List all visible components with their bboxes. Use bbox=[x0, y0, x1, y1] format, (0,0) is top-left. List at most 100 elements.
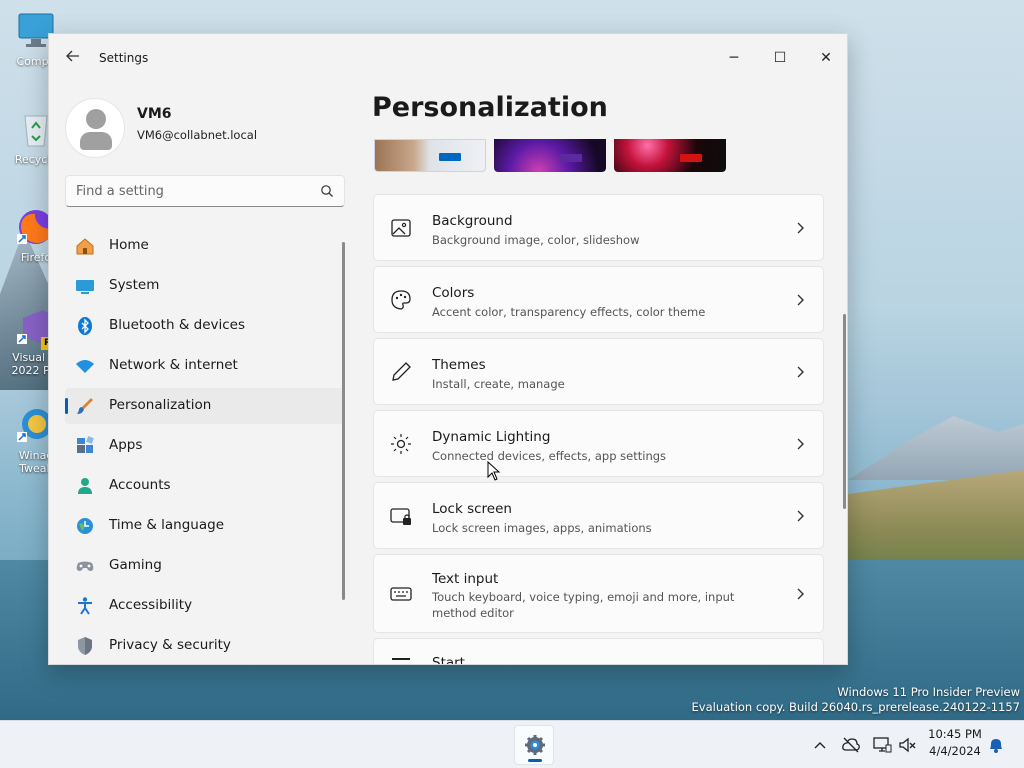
maximize-button[interactable]: ☐ bbox=[757, 42, 803, 74]
sidebar-nav: Home System Bluetooth & devices Network … bbox=[65, 228, 345, 664]
sidebar-item-accounts[interactable]: Accounts bbox=[65, 468, 345, 504]
apps-icon bbox=[77, 436, 94, 453]
chevron-right-icon bbox=[797, 588, 804, 599]
card-title: Text input bbox=[432, 571, 499, 587]
card-description: Accent color, transparency effects, colo… bbox=[432, 305, 706, 319]
sidebar-item-label: Gaming bbox=[109, 557, 162, 573]
theme-thumbnail[interactable] bbox=[494, 139, 606, 172]
lighting-icon bbox=[391, 433, 411, 454]
sidebar-item-label: Apps bbox=[109, 437, 143, 453]
card-title: Background bbox=[432, 213, 513, 229]
sidebar-item-gaming[interactable]: Gaming bbox=[65, 548, 345, 584]
speaker-muted-icon[interactable] bbox=[898, 735, 918, 755]
avatar[interactable] bbox=[65, 98, 125, 158]
card-themes[interactable]: Themes Install, create, manage bbox=[373, 338, 824, 405]
sidebar-item-label: Privacy & security bbox=[109, 637, 231, 653]
search-input[interactable] bbox=[66, 176, 306, 206]
taskbar-settings-app[interactable] bbox=[514, 725, 554, 765]
keyboard-icon bbox=[390, 586, 412, 601]
card-title: Lock screen bbox=[432, 501, 512, 517]
bluetooth-icon bbox=[78, 317, 92, 335]
chevron-right-icon bbox=[797, 294, 804, 305]
window-title: Settings bbox=[99, 51, 149, 65]
network-icon bbox=[76, 360, 94, 373]
chevron-up-icon[interactable] bbox=[810, 735, 830, 755]
mouse-cursor-icon bbox=[487, 461, 501, 481]
watermark-line-1: Windows 11 Pro Insider Preview bbox=[837, 685, 1020, 699]
watermark-line-2: Evaluation copy. Build 26040.rs_prerelea… bbox=[691, 700, 1020, 714]
sidebar-item-apps[interactable]: Apps bbox=[65, 428, 345, 464]
settings-list: Background Background image, color, slid… bbox=[373, 194, 824, 665]
lock-screen-icon bbox=[390, 507, 411, 525]
sidebar-scrollbar[interactable] bbox=[342, 242, 345, 600]
accounts-icon bbox=[78, 478, 92, 494]
system-icon bbox=[76, 280, 94, 294]
card-description: Lock screen images, apps, animations bbox=[432, 521, 652, 535]
chevron-right-icon bbox=[797, 366, 804, 377]
sidebar-item-label: Network & internet bbox=[109, 357, 238, 373]
settings-window: Settings ─ ☐ ✕ VM6 VM6@collabnet.local H… bbox=[48, 33, 848, 665]
user-name: VM6 bbox=[137, 106, 172, 122]
wallpaper-mountain-right bbox=[848, 416, 1024, 480]
cloud-offline-icon[interactable] bbox=[841, 735, 861, 755]
theme-thumbnail[interactable] bbox=[374, 139, 486, 172]
start-icon bbox=[392, 658, 410, 660]
title-bar[interactable]: Settings ─ ☐ ✕ bbox=[49, 34, 847, 82]
card-background[interactable]: Background Background image, color, slid… bbox=[373, 194, 824, 261]
card-colors[interactable]: Colors Accent color, transparency effect… bbox=[373, 266, 824, 333]
active-indicator bbox=[528, 759, 542, 762]
search-box[interactable] bbox=[65, 175, 345, 207]
palette-icon bbox=[391, 289, 411, 310]
clock-date[interactable]: 4/4/2024 bbox=[920, 744, 990, 758]
taskbar bbox=[0, 720, 1024, 768]
home-icon bbox=[76, 238, 94, 255]
chevron-right-icon bbox=[797, 438, 804, 449]
sidebar-item-home[interactable]: Home bbox=[65, 228, 345, 264]
card-dynamic-lighting[interactable]: Dynamic Lighting Connected devices, effe… bbox=[373, 410, 824, 477]
network-monitor-icon[interactable] bbox=[872, 735, 892, 755]
sidebar-item-label: Personalization bbox=[109, 397, 212, 413]
card-description: Connected devices, effects, app settings bbox=[432, 449, 667, 463]
accessibility-icon bbox=[78, 597, 92, 615]
sidebar-item-personalization[interactable]: Personalization bbox=[65, 388, 345, 424]
brush-icon bbox=[77, 398, 93, 414]
sidebar-item-label: System bbox=[109, 277, 160, 293]
sidebar-item-label: Accessibility bbox=[109, 597, 193, 613]
sidebar-item-label: Accounts bbox=[109, 477, 171, 493]
card-title: Start bbox=[432, 655, 465, 665]
arrow-left-icon bbox=[66, 50, 79, 62]
build-watermark: Windows 11 Pro Insider Preview Evaluatio… bbox=[692, 685, 1020, 715]
image-icon bbox=[391, 218, 411, 237]
card-lock-screen[interactable]: Lock screen Lock screen images, apps, an… bbox=[373, 482, 824, 549]
clock-time[interactable]: 10:45 PM bbox=[920, 727, 990, 741]
chevron-right-icon bbox=[797, 222, 804, 233]
shield-icon bbox=[78, 637, 92, 655]
theme-thumbnails bbox=[374, 139, 734, 172]
card-title: Colors bbox=[432, 285, 475, 301]
main-scrollbar[interactable] bbox=[843, 314, 846, 509]
time-language-icon bbox=[77, 518, 93, 534]
back-button[interactable] bbox=[63, 48, 83, 68]
card-title: Themes bbox=[432, 357, 486, 373]
pen-icon bbox=[392, 361, 411, 381]
sidebar-item-label: Home bbox=[109, 237, 149, 253]
sidebar-item-system[interactable]: System bbox=[65, 268, 345, 304]
theme-thumbnail[interactable] bbox=[614, 139, 726, 172]
close-button[interactable]: ✕ bbox=[803, 42, 847, 74]
gaming-icon bbox=[76, 561, 94, 571]
search-icon[interactable] bbox=[320, 184, 334, 198]
card-text-input[interactable]: Text input Touch keyboard, voice typing,… bbox=[373, 554, 824, 633]
card-description: Touch keyboard, voice typing, emoji and … bbox=[432, 590, 735, 620]
minimize-button[interactable]: ─ bbox=[711, 42, 757, 74]
card-start[interactable]: Start bbox=[373, 638, 824, 665]
sidebar-item-time-language[interactable]: Time & language bbox=[65, 508, 345, 544]
sidebar-item-accessibility[interactable]: Accessibility bbox=[65, 588, 345, 624]
sidebar-item-bluetooth[interactable]: Bluetooth & devices bbox=[65, 308, 345, 344]
card-title: Dynamic Lighting bbox=[432, 429, 551, 445]
page-title: Personalization bbox=[372, 92, 608, 123]
chevron-right-icon bbox=[797, 510, 804, 521]
sidebar-item-label: Bluetooth & devices bbox=[109, 317, 246, 333]
sidebar-item-privacy-security[interactable]: Privacy & security bbox=[65, 628, 345, 664]
sidebar-item-network[interactable]: Network & internet bbox=[65, 348, 345, 384]
gear-icon bbox=[525, 735, 545, 755]
